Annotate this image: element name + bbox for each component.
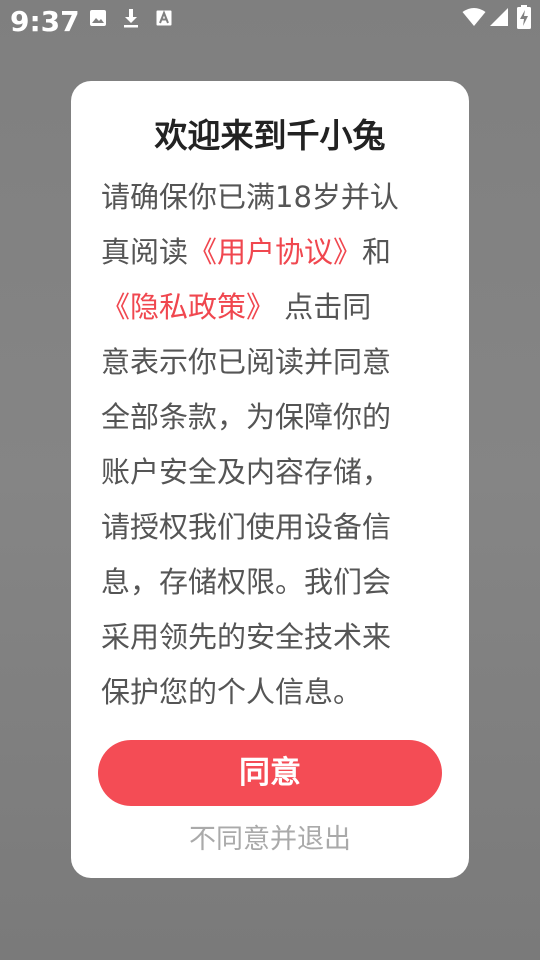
message-line: 《隐私政策》 点击同 xyxy=(101,280,441,335)
wifi-icon xyxy=(462,7,486,31)
message-line: 请确保你已满18岁并认 xyxy=(101,180,399,214)
message-line: 账户安全及内容存储， xyxy=(101,455,392,489)
message-line: 保护您的个人信息。 xyxy=(101,675,363,709)
battery-charging-icon xyxy=(517,5,531,33)
user-agreement-link[interactable]: 《用户协议》 xyxy=(188,235,362,269)
message-text: 真阅读 xyxy=(101,235,189,269)
message-line: 息，存储权限。我们会 xyxy=(101,565,392,599)
message-line: 真阅读《用户协议》和 xyxy=(101,225,441,280)
message-text: 和 xyxy=(362,235,392,269)
message-line: 全部条款，为保障你的 xyxy=(101,400,392,434)
agree-button[interactable]: 同意 xyxy=(98,740,442,806)
message-line: 采用领先的安全技术来 xyxy=(101,620,392,654)
status-time: 9:37 xyxy=(10,5,80,38)
signal-icon xyxy=(489,7,509,31)
image-icon xyxy=(89,9,107,31)
dialog-message: 请确保你已满18岁并认 真阅读《用户协议》和 《隐私政策》 点击同 意表示你已阅… xyxy=(101,170,441,720)
message-line: 请授权我们使用设备信 xyxy=(101,510,392,544)
status-bar: 9:37 xyxy=(0,0,540,44)
decline-exit-button[interactable]: 不同意并退出 xyxy=(0,820,540,860)
dialog-title: 欢迎来到千小兔 xyxy=(154,116,386,155)
message-line: 意表示你已阅读并同意 xyxy=(101,345,392,379)
download-icon xyxy=(122,8,140,32)
privacy-policy-link[interactable]: 《隐私政策》 xyxy=(101,290,275,324)
font-a-icon xyxy=(156,10,172,30)
message-text: 点击同 xyxy=(275,290,372,324)
